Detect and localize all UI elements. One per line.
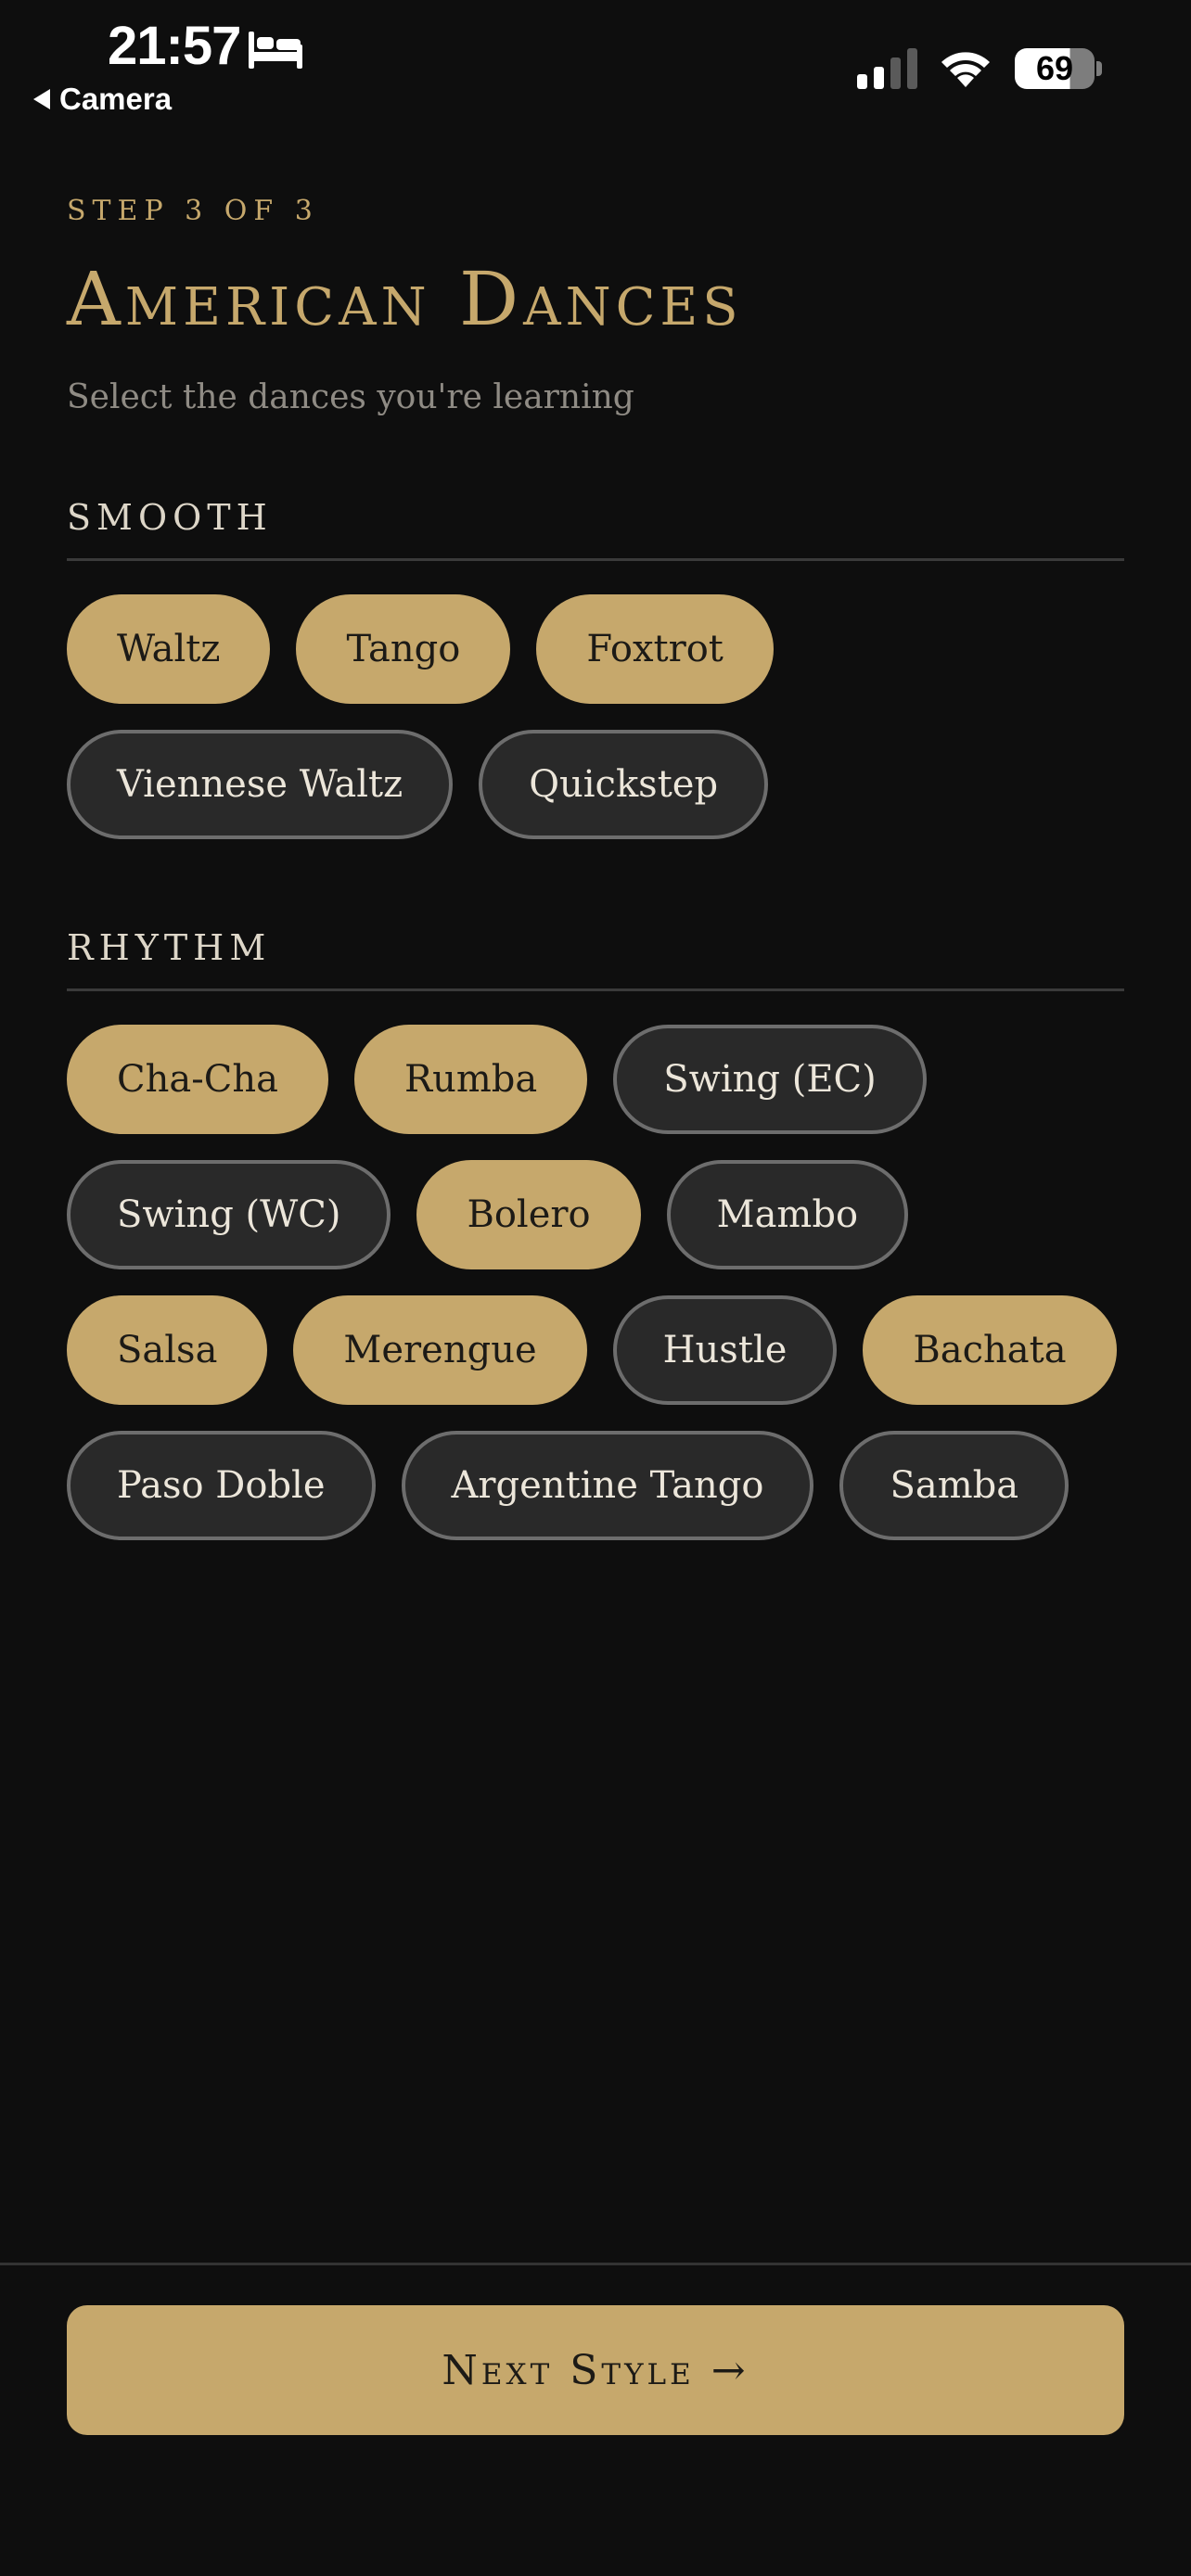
signal-icon [857, 48, 917, 89]
battery-icon: 69 [1015, 48, 1095, 89]
dance-chip-bachata[interactable]: Bachata [863, 1295, 1117, 1405]
smooth-section: SMOOTH Waltz Tango Foxtrot Viennese Walt… [67, 497, 1124, 839]
dance-chip-mambo[interactable]: Mambo [666, 1160, 909, 1269]
dance-chip-cha-cha[interactable]: Cha-Cha [67, 1025, 328, 1134]
dance-chip-salsa[interactable]: Salsa [67, 1295, 268, 1405]
dance-chip-waltz[interactable]: Waltz [67, 594, 271, 704]
dance-chip-swing-ec[interactable]: Swing (EC) [613, 1025, 927, 1134]
back-link-label: Camera [59, 82, 173, 116]
rhythm-dance-chips: Cha-Cha Rumba Swing (EC) Swing (WC) Bole… [67, 1025, 1124, 1540]
dance-chip-bolero[interactable]: Bolero [416, 1160, 641, 1269]
dance-chip-paso-doble[interactable]: Paso Doble [67, 1431, 376, 1540]
step-indicator: STEP 3 OF 3 [67, 195, 319, 227]
dance-chip-argentine-tango[interactable]: Argentine Tango [401, 1431, 814, 1540]
status-bar: 21:57 Camera 69 [0, 0, 1191, 130]
status-time: 21:57 [108, 16, 241, 76]
back-arrow-icon [33, 89, 50, 109]
dance-chip-rumba[interactable]: Rumba [353, 1025, 588, 1134]
dance-chip-tango[interactable]: Tango [296, 594, 511, 704]
dance-chip-viennese-waltz[interactable]: Viennese Waltz [67, 730, 454, 839]
next-style-button[interactable]: Next Style → [67, 2305, 1124, 2435]
dance-chip-hustle[interactable]: Hustle [612, 1295, 838, 1405]
dance-chip-samba[interactable]: Samba [839, 1431, 1069, 1540]
dance-chip-foxtrot[interactable]: Foxtrot [536, 594, 774, 704]
page-title: American Dances [67, 256, 743, 342]
dance-chip-swing-wc[interactable]: Swing (WC) [67, 1160, 391, 1269]
dance-chip-merengue[interactable]: Merengue [293, 1295, 587, 1405]
rhythm-section: RHYTHM Cha-Cha Rumba Swing (EC) Swing (W… [67, 927, 1124, 1540]
footer-divider [0, 2263, 1191, 2265]
dance-chip-quickstep[interactable]: Quickstep [479, 730, 769, 839]
bed-icon [249, 32, 302, 69]
battery-percent: 69 [1035, 49, 1074, 87]
smooth-section-heading: SMOOTH [67, 497, 1124, 561]
page-subtitle: Select the dances you're learning [67, 378, 634, 416]
battery-cap [1096, 61, 1102, 76]
back-to-camera-link[interactable]: Camera [33, 82, 172, 117]
wifi-icon [941, 52, 990, 87]
rhythm-section-heading: RHYTHM [67, 927, 1124, 991]
smooth-dance-chips: Waltz Tango Foxtrot Viennese Waltz Quick… [67, 594, 1124, 839]
